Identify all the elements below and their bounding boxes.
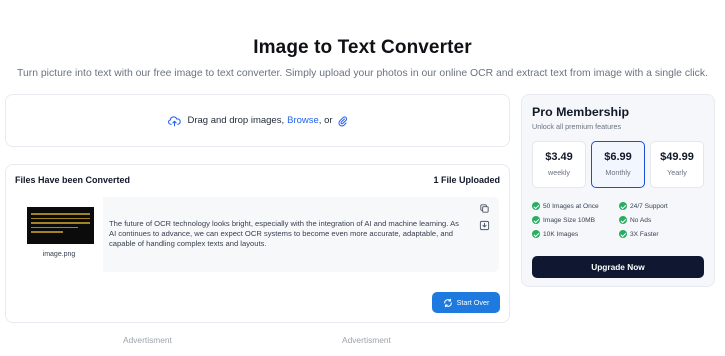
check-icon <box>619 230 627 238</box>
advertisement-label: Advertisment <box>342 335 391 345</box>
converted-files-panel: Files Have been Converted 1 File Uploade… <box>5 164 510 323</box>
extracted-text: The future of OCR technology looks brigh… <box>109 219 459 248</box>
check-icon <box>619 216 627 224</box>
download-icon[interactable] <box>479 220 490 231</box>
feature-item: Image Size 10MB <box>532 216 595 224</box>
plan-price: $3.49 <box>545 151 573 163</box>
file-row: image.png The future of OCR technology l… <box>15 197 499 272</box>
refresh-icon <box>443 298 452 307</box>
advertisement-label: Advertisment <box>123 335 172 345</box>
files-count: 1 File Uploaded <box>433 175 500 185</box>
feature-item: 3X Faster <box>619 230 659 238</box>
feature-label: 24/7 Support <box>630 202 668 210</box>
upload-dropzone[interactable]: Drag and drop images, Browse , or <box>5 94 510 147</box>
plan-period: weekly <box>548 168 570 177</box>
pro-membership-card: Pro Membership Unlock all premium featur… <box>521 94 715 287</box>
file-name: image.png <box>42 251 76 258</box>
feature-label: Image Size 10MB <box>543 216 596 224</box>
feature-label: 10K Images <box>543 230 579 238</box>
pro-title: Pro Membership <box>532 105 630 119</box>
check-icon <box>619 202 627 210</box>
check-icon <box>532 202 540 210</box>
paperclip-icon[interactable] <box>337 115 347 127</box>
upload-text-suffix: , or <box>318 115 333 126</box>
start-over-button[interactable]: Start Over <box>432 292 500 313</box>
page-title: Image to Text Converter <box>253 37 472 58</box>
plan-monthly[interactable]: $6.99 Monthly <box>591 141 645 188</box>
start-over-label: Start Over <box>456 298 490 307</box>
cloud-upload-icon <box>168 115 182 126</box>
feature-item: No Ads <box>619 216 651 224</box>
plan-weekly[interactable]: $3.49 weekly <box>532 141 586 188</box>
file-thumbnail <box>27 207 94 244</box>
feature-label: 3X Faster <box>630 230 659 238</box>
plan-period: Yearly <box>667 168 687 177</box>
feature-item: 24/7 Support <box>619 202 668 210</box>
pro-subtitle: Unlock all premium features <box>532 122 622 131</box>
check-icon <box>532 230 540 238</box>
plan-price: $6.99 <box>604 151 632 163</box>
plan-yearly[interactable]: $49.99 Yearly <box>650 141 704 188</box>
plan-period: Monthly <box>605 168 631 177</box>
check-icon <box>532 216 540 224</box>
feature-label: 50 Images at Once <box>543 202 599 210</box>
feature-item: 50 Images at Once <box>532 202 599 210</box>
feature-item: 10K Images <box>532 230 578 238</box>
upload-text-prefix: Drag and drop images, <box>187 115 285 126</box>
plan-price: $49.99 <box>660 151 694 163</box>
copy-icon[interactable] <box>479 203 490 214</box>
file-thumbnail-wrap: image.png <box>15 197 103 272</box>
files-header: Files Have been Converted 1 File Uploade… <box>15 175 500 185</box>
browse-link[interactable]: Browse <box>287 115 319 126</box>
upgrade-now-button[interactable]: Upgrade Now <box>532 256 704 278</box>
feature-label: No Ads <box>630 216 652 224</box>
page-subtitle: Turn picture into text with our free ima… <box>17 68 708 79</box>
files-heading: Files Have been Converted <box>15 175 131 185</box>
